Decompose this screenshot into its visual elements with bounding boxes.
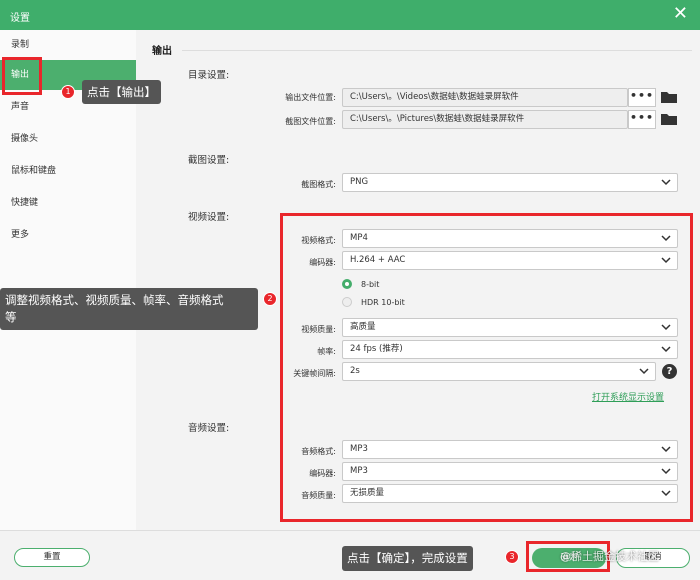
chevron-down-icon (661, 346, 671, 353)
video-group-label: 视频设置: (188, 212, 230, 223)
video-quality-label: 视频质量: (301, 325, 336, 334)
chevron-down-icon (661, 490, 671, 497)
step-2-badge: 2 (263, 292, 277, 306)
framerate-label: 帧率: (317, 347, 336, 356)
video-format-value: MP4 (350, 233, 368, 243)
video-quality-select[interactable]: 高质量 (342, 318, 678, 337)
close-icon[interactable]: ✕ (673, 4, 688, 24)
sidebar-item-more[interactable]: 更多 (0, 220, 136, 250)
audio-format-value: MP3 (350, 444, 368, 454)
keyframe-interval-label: 关键帧间隔: (293, 369, 336, 378)
screenshot-folder-icon[interactable] (661, 113, 677, 125)
framerate-select[interactable]: 24 fps (推荐) (342, 340, 678, 359)
help-icon[interactable]: ? (662, 364, 677, 379)
screenshot-format-select[interactable]: PNG (342, 173, 678, 192)
sidebar: 录制 输出 声音 摄像头 鼠标和键盘 快捷键 更多 (0, 30, 136, 530)
step-1-badge: 1 (61, 85, 75, 99)
audio-quality-value: 无损质量 (350, 488, 385, 498)
step-3-callout: 点击【确定】，完成设置 (342, 546, 473, 571)
audio-encoder-value: MP3 (350, 466, 368, 476)
step-2-text-line2: 等 (5, 310, 17, 324)
chevron-down-icon (661, 324, 671, 331)
audio-encoder-label: 编码器: (309, 469, 336, 478)
reset-button[interactable]: 重置 (14, 548, 90, 567)
audio-group-label: 音频设置: (188, 423, 230, 434)
sidebar-item-camera[interactable]: 摄像头 (0, 124, 136, 154)
screenshot-location-field[interactable]: C:\Users\。\Pictures\数据蛙\数据蛙录屏软件 (342, 110, 628, 129)
output-location-label: 输出文件位置: (285, 93, 336, 102)
video-encoder-value: H.264 + AAC (350, 255, 406, 265)
chevron-down-icon (639, 368, 649, 375)
radio-unselected-icon (342, 297, 352, 307)
section-divider (182, 50, 692, 51)
chevron-down-icon (661, 257, 671, 264)
keyframe-interval-select[interactable]: 2s (342, 362, 656, 381)
sidebar-item-hotkeys[interactable]: 快捷键 (0, 188, 136, 218)
screenshot-format-value: PNG (350, 177, 369, 187)
step-1-callout: 点击【输出】 (82, 80, 161, 104)
radio-selected-icon (342, 279, 352, 289)
screenshot-group-label: 截图设置: (188, 155, 230, 166)
output-folder-icon[interactable] (661, 91, 677, 103)
radio-8bit-label: 8-bit (361, 280, 380, 289)
radio-hdr-label: HDR 10-bit (361, 298, 405, 307)
screenshot-location-label: 截图文件位置: (285, 117, 336, 126)
audio-quality-select[interactable]: 无损质量 (342, 484, 678, 503)
section-title: 输出 (152, 46, 172, 57)
framerate-value: 24 fps (推荐) (350, 344, 403, 354)
settings-content: 输出 目录设置: 输出文件位置: C:\Users\。\Videos\数据蛙\数… (136, 30, 700, 530)
screenshot-format-label: 截图格式: (301, 180, 336, 189)
sidebar-item-record[interactable]: 录制 (0, 30, 136, 60)
audio-encoder-select[interactable]: MP3 (342, 462, 678, 481)
output-browse-button[interactable]: ••• (628, 88, 656, 107)
chevron-down-icon (661, 446, 671, 453)
title-bar: 设置 ✕ (0, 0, 700, 30)
open-system-display-settings-link[interactable]: 打开系统显示设置 (592, 390, 664, 403)
keyframe-interval-value: 2s (350, 366, 360, 376)
video-format-select[interactable]: MP4 (342, 229, 678, 248)
sidebar-item-mouse-keyboard[interactable]: 鼠标和键盘 (0, 156, 136, 186)
audio-format-label: 音频格式: (301, 447, 336, 456)
chevron-down-icon (661, 468, 671, 475)
step-2-callout: 调整视频格式、视频质量、帧率、音频格式 等 (0, 288, 258, 330)
audio-format-select[interactable]: MP3 (342, 440, 678, 459)
video-encoder-select[interactable]: H.264 + AAC (342, 251, 678, 270)
chevron-down-icon (661, 179, 671, 186)
step-2-text-line1: 调整视频格式、视频质量、帧率、音频格式 (5, 293, 224, 307)
video-encoder-label: 编码器: (309, 258, 336, 267)
watermark: @稀土掘金技术社区 (560, 550, 659, 563)
radio-8bit[interactable]: 8-bit (342, 279, 379, 289)
window-title: 设置 (10, 13, 30, 24)
radio-hdr-10bit[interactable]: HDR 10-bit (342, 297, 405, 307)
output-location-field[interactable]: C:\Users\。\Videos\数据蛙\数据蛙录屏软件 (342, 88, 628, 107)
video-format-label: 视频格式: (301, 236, 336, 245)
directory-group-label: 目录设置: (188, 70, 230, 81)
chevron-down-icon (661, 235, 671, 242)
step-3-badge: 3 (505, 550, 519, 564)
video-quality-value: 高质量 (350, 322, 376, 332)
screenshot-browse-button[interactable]: ••• (628, 110, 656, 129)
audio-quality-label: 音频质量: (301, 491, 336, 500)
